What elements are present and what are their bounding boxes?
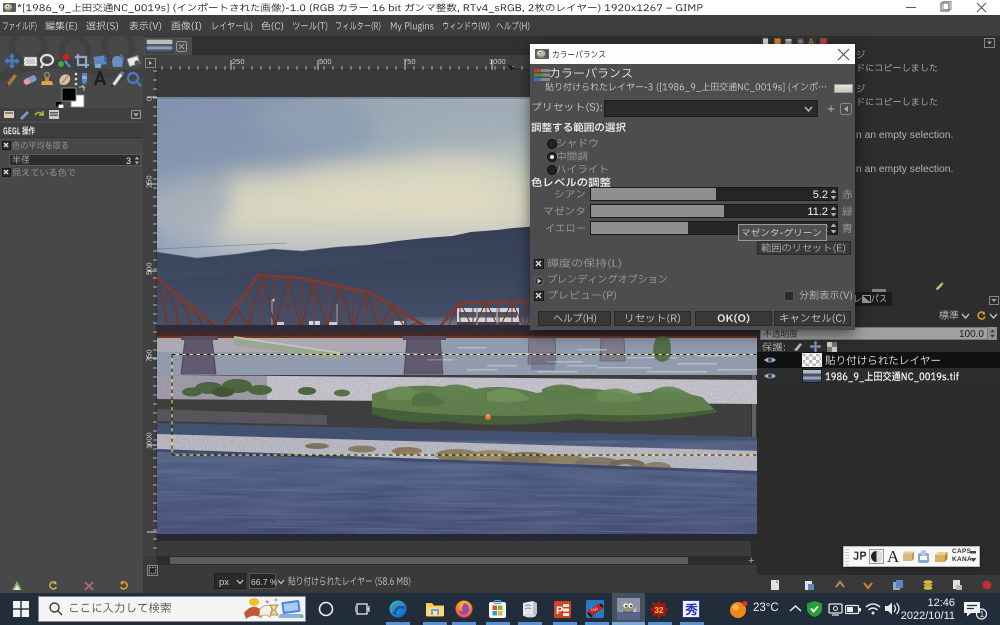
svg-text:250: 250: [145, 175, 154, 188]
svg-text:32: 32: [655, 606, 664, 615]
svg-text:500: 500: [145, 262, 154, 275]
svg-text:0: 0: [145, 97, 154, 101]
svg-text:1: 1: [980, 610, 985, 619]
svg-text:1000: 1000: [145, 432, 154, 449]
svg-text:750: 750: [145, 349, 154, 362]
svg-text:P: P: [556, 605, 563, 617]
